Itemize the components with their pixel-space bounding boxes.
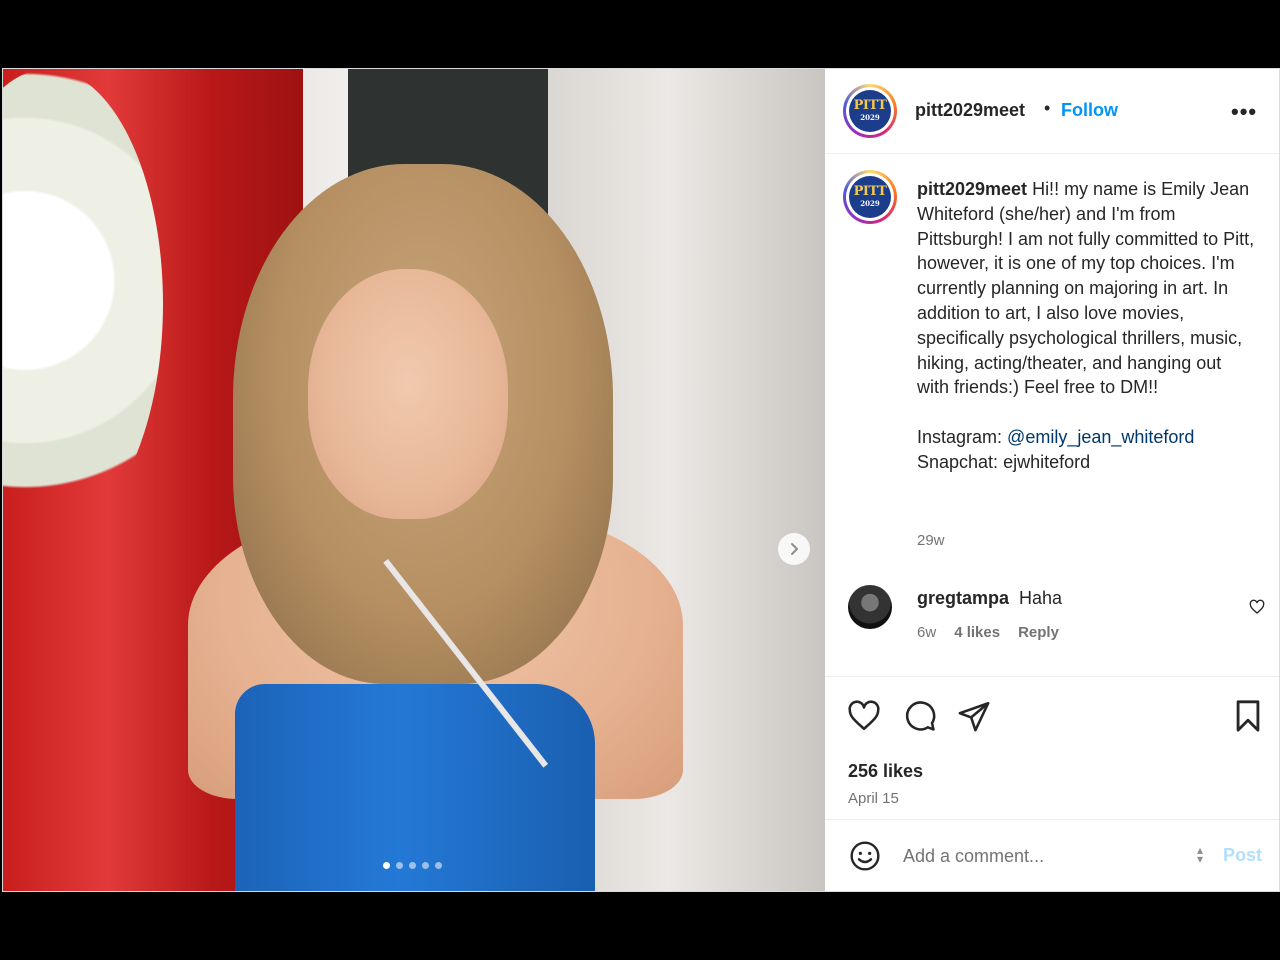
instagram-post-modal: PITT 2029 pitt2029meet • Follow ••• PITT… [2,68,1280,892]
post-header: PITT 2029 pitt2029meet • Follow ••• [825,69,1279,154]
comment-reply-button[interactable]: Reply [1018,624,1059,641]
more-options-icon[interactable]: ••• [1231,99,1257,125]
post-sidebar: PITT 2029 pitt2029meet • Follow ••• PITT… [825,69,1279,891]
comment-like-heart-icon[interactable] [1249,599,1265,620]
caption-timestamp[interactable]: 29w [917,532,945,549]
post-photo[interactable] [3,69,825,891]
comment-text: Haha [1019,588,1063,608]
carousel-dot [435,862,442,869]
comment-time[interactable]: 6w [917,624,936,641]
comment-input[interactable] [901,842,1185,870]
carousel-dot [409,862,416,869]
photo-subject-face [308,269,508,519]
author-username[interactable]: pitt2029meet [915,100,1025,121]
caption-mention-link[interactable]: @emily_jean_whiteford [1007,427,1194,447]
comment-bubble-icon[interactable] [903,699,937,738]
commenter-avatar[interactable] [848,585,892,629]
post-actions: 256 likes April 15 [825,676,1279,817]
comment-composer: ▴▾ Post [825,819,1279,892]
follow-button[interactable]: Follow [1061,100,1118,121]
caption-username[interactable]: pitt2029meet [917,179,1027,199]
post-caption: pitt2029meet Hi!! my name is Emily Jean … [917,177,1257,475]
comment-likes[interactable]: 4 likes [954,624,1000,641]
post-comment-button[interactable]: Post [1223,845,1262,866]
header-separator: • [1044,98,1051,118]
carousel-dot [422,862,429,869]
resize-handle-icon[interactable]: ▴ ▾ [1197,844,1203,865]
comment-meta: 6w 4 likes Reply [917,624,1059,641]
pitt-2029-logo: PITT 2029 [849,176,891,218]
save-bookmark-icon[interactable] [1233,699,1263,738]
pitt-2029-logo: PITT 2029 [849,90,891,132]
emoji-smiley-icon[interactable] [849,840,881,877]
chevron-right-icon [791,543,798,555]
like-heart-icon[interactable] [847,699,881,738]
photo-subject-dress [235,684,595,891]
carousel-indicator [383,862,442,869]
caption-text: Hi!! my name is Emily Jean Whiteford (sh… [917,179,1255,447]
comment-username[interactable]: gregtampa [917,588,1009,609]
share-paper-plane-icon[interactable] [957,699,991,738]
author-avatar[interactable]: PITT 2029 [843,84,897,138]
carousel-dot [383,862,390,869]
carousel-next-button[interactable] [778,533,810,565]
carousel-dot [396,862,403,869]
caption-snapchat: Snapchat: ejwhiteford [917,451,1091,472]
likes-count[interactable]: 256 likes [848,761,923,782]
caption-author-avatar[interactable]: PITT 2029 [843,170,897,224]
post-date[interactable]: April 15 [848,790,899,807]
